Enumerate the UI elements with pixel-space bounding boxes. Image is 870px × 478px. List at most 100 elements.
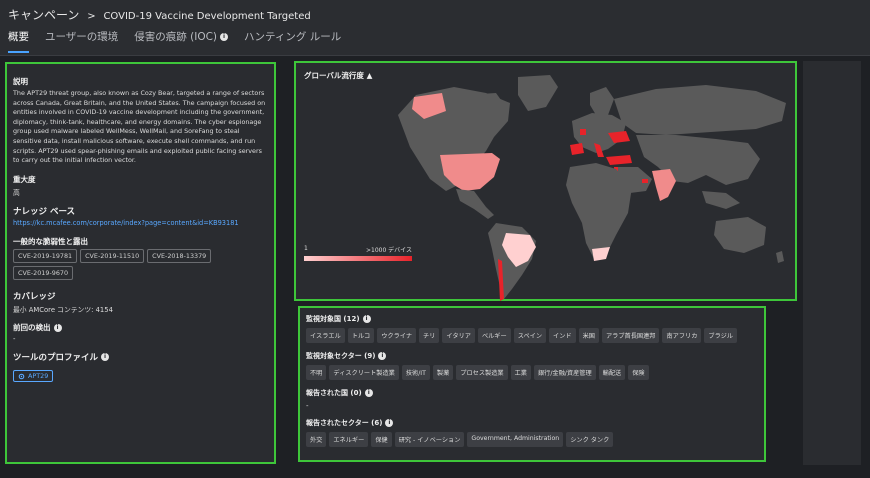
- country-tag[interactable]: インド: [549, 328, 576, 343]
- reported-sectors-section: 報告されたセクター (6) i 外交 エネルギー 保健 研究 - イノベーション …: [306, 418, 758, 447]
- reported-sectors-label: 報告されたセクター (6): [306, 419, 383, 427]
- sector-tag[interactable]: 技術/IT: [401, 365, 430, 380]
- info-icon[interactable]: i: [385, 419, 394, 427]
- map-region-greenland: [518, 75, 558, 111]
- country-tag[interactable]: ブラジル: [704, 328, 738, 343]
- map-region-spain: [570, 143, 584, 155]
- tool-profile-name: APT29: [28, 372, 49, 381]
- map-region-australia: [714, 217, 766, 253]
- info-icon[interactable]: i: [220, 33, 229, 41]
- reported-countries-title: 報告された国 (0) i: [306, 388, 758, 398]
- sector-tag[interactable]: 研究 - イノベーション: [394, 432, 465, 447]
- country-tag[interactable]: アラブ首長国連邦: [601, 328, 660, 343]
- map-region-central-america: [456, 189, 494, 219]
- sector-tag[interactable]: Government, Administration: [467, 432, 564, 447]
- country-tag[interactable]: ベルギー: [477, 328, 511, 343]
- map-region-turkey: [606, 155, 632, 165]
- info-icon[interactable]: i: [378, 352, 387, 360]
- knowledge-base-title: ナレッジ ベース: [13, 206, 76, 217]
- country-tag[interactable]: チリ: [419, 328, 440, 343]
- info-icon[interactable]: i: [362, 315, 371, 323]
- breadcrumb-separator: >: [87, 11, 96, 22]
- reported-sectors-title: 報告されたセクター (6) i: [306, 418, 758, 428]
- sector-tag[interactable]: 輸配送: [598, 365, 626, 380]
- breadcrumb: キャンペーン > COVID-19 Vaccine Development Ta…: [8, 6, 311, 23]
- cve-tag[interactable]: CVE-2019-11510: [80, 248, 145, 263]
- cve-title: 一般的な脆弱性と露出: [13, 236, 88, 246]
- tab-user-environment[interactable]: ユーザーの環境: [45, 29, 118, 53]
- cve-tag[interactable]: CVE-2018-13379: [147, 248, 212, 263]
- country-tag[interactable]: スペイン: [513, 328, 547, 343]
- sector-tag[interactable]: 保健: [371, 432, 392, 447]
- tool-profile-tag[interactable]: APT29: [13, 370, 54, 383]
- tab-overview[interactable]: 概要: [8, 29, 29, 53]
- map-region-south-africa: [592, 247, 610, 261]
- reported-countries-empty: -: [306, 402, 309, 410]
- map-region-russia: [614, 85, 786, 135]
- sector-tag[interactable]: 保険: [628, 365, 649, 380]
- last-detection-title: 前回の検出 i: [13, 322, 268, 333]
- campaign-title: COVID-19 Vaccine Development Targeted: [103, 11, 311, 22]
- monitored-countries-section: 監視対象国 (12) i イスラエル トルコ ウクライナ チリ イタリア ベルギー…: [306, 314, 758, 343]
- map-legend: 1 >1000 デバイス: [304, 245, 412, 261]
- knowledge-base-link[interactable]: https://kc.mcafee.com/corporate/index?pa…: [13, 219, 268, 227]
- info-icon[interactable]: i: [364, 389, 373, 397]
- map-region-uae: [642, 179, 648, 183]
- sector-tag[interactable]: シンク タンク: [566, 432, 614, 447]
- map-region-africa: [566, 163, 632, 259]
- tool-profile-label: ツールのプロファイル: [13, 352, 99, 363]
- info-icon[interactable]: i: [53, 323, 62, 332]
- monitored-sectors-title: 監視対象セクター (9) i: [306, 351, 758, 361]
- monitored-sectors-label: 監視対象セクター (9): [306, 352, 376, 360]
- monitored-countries-title: 監視対象国 (12) i: [306, 314, 758, 324]
- monitored-countries-label: 監視対象国 (12): [306, 315, 360, 323]
- header: キャンペーン > COVID-19 Vaccine Development Ta…: [0, 0, 870, 56]
- country-tag[interactable]: イタリア: [442, 328, 475, 343]
- cve-tag[interactable]: CVE-2019-9670: [13, 265, 74, 280]
- country-tag[interactable]: トルコ: [347, 328, 375, 343]
- reported-countries-section: 報告された国 (0) i -: [306, 388, 758, 410]
- sector-tag[interactable]: 外交: [306, 432, 327, 447]
- sector-tag[interactable]: 不明: [306, 365, 327, 380]
- monitored-countries-tags: イスラエル トルコ ウクライナ チリ イタリア ベルギー スペイン インド 米国…: [306, 328, 758, 343]
- tool-profile-title: ツールのプロファイル i: [13, 351, 268, 363]
- sector-tag[interactable]: 製薬: [432, 365, 454, 380]
- world-map: [398, 75, 786, 301]
- breadcrumb-root[interactable]: キャンペーン: [8, 8, 79, 22]
- country-tag[interactable]: 南アフリカ: [662, 328, 702, 343]
- tab-hunting-rules[interactable]: ハンティング ルール: [244, 29, 341, 53]
- reported-countries-label: 報告された国 (0): [306, 389, 362, 397]
- country-tag[interactable]: イスラエル: [306, 328, 345, 343]
- last-detection-label: 前回の検出: [13, 322, 51, 332]
- gear-icon: [18, 373, 25, 380]
- country-tag[interactable]: ウクライナ: [377, 328, 417, 343]
- tab-ioc[interactable]: 侵害の痕跡 (IOC) i: [134, 29, 229, 53]
- country-tag[interactable]: 米国: [578, 328, 599, 343]
- sector-tag[interactable]: 工業: [510, 365, 531, 380]
- sector-tag[interactable]: ディスクリート製造業: [329, 365, 399, 380]
- sector-tag[interactable]: プロセス製造業: [456, 365, 508, 380]
- right-panel: [803, 61, 861, 465]
- reported-sectors-tags: 外交 エネルギー 保健 研究 - イノベーション Government, Adm…: [306, 432, 758, 447]
- description-title: 説明: [13, 77, 28, 86]
- sector-tag[interactable]: 銀行/金融/資産管理: [533, 365, 596, 380]
- campaign-details-panel: 説明 The APT29 threat group, also known as…: [5, 62, 276, 464]
- last-detection-value: -: [13, 334, 16, 343]
- legend-min: 1: [304, 245, 308, 252]
- severity-value: 高: [13, 188, 20, 197]
- sector-tag[interactable]: エネルギー: [329, 432, 369, 447]
- targets-panel: 監視対象国 (12) i イスラエル トルコ ウクライナ チリ イタリア ベルギー…: [298, 306, 766, 462]
- map-region-southeast-asia: [702, 191, 740, 209]
- monitored-sectors-tags: 不明 ディスクリート製造業 技術/IT 製薬 プロセス製造業 工業 銀行/金融/…: [306, 365, 758, 380]
- severity-title: 重大度: [13, 174, 36, 184]
- cve-tag[interactable]: CVE-2019-19781: [13, 248, 78, 263]
- monitored-sectors-section: 監視対象セクター (9) i 不明 ディスクリート製造業 技術/IT 製薬 プロセ…: [306, 351, 758, 380]
- map-region-belgium: [580, 129, 586, 135]
- coverage-value: 最小 AMCore コンテンツ: 4154: [13, 305, 113, 314]
- map-region-new-zealand: [776, 251, 784, 263]
- info-icon[interactable]: i: [101, 353, 110, 362]
- legend-max: >1000 デバイス: [365, 247, 412, 254]
- description-text: The APT29 threat group, also known as Co…: [13, 89, 266, 165]
- global-prevalence-panel: グローバル流行度 ▲ 1 >1000 デバイス: [294, 61, 797, 301]
- legend-gradient: [304, 256, 412, 261]
